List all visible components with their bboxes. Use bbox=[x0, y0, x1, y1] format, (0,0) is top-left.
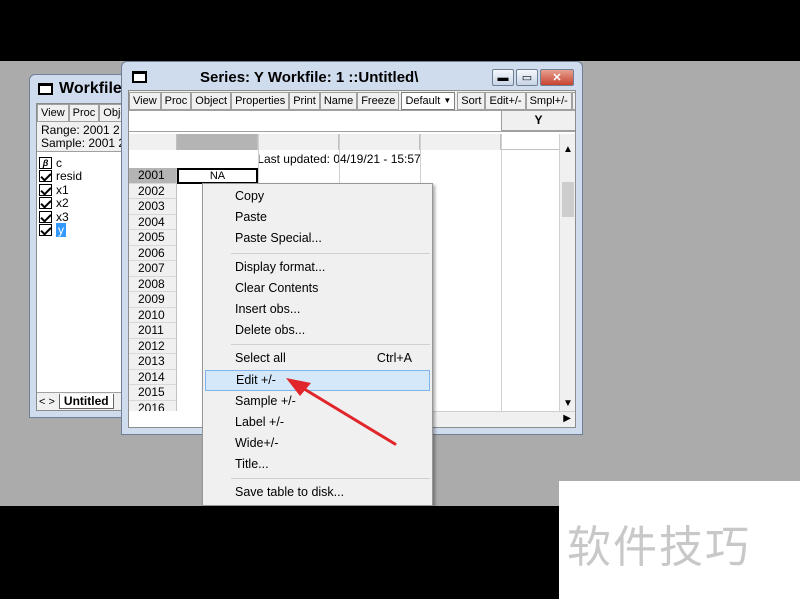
watermark: 软件技巧 bbox=[559, 481, 800, 599]
watermark-text: 软件技巧 bbox=[567, 522, 751, 573]
